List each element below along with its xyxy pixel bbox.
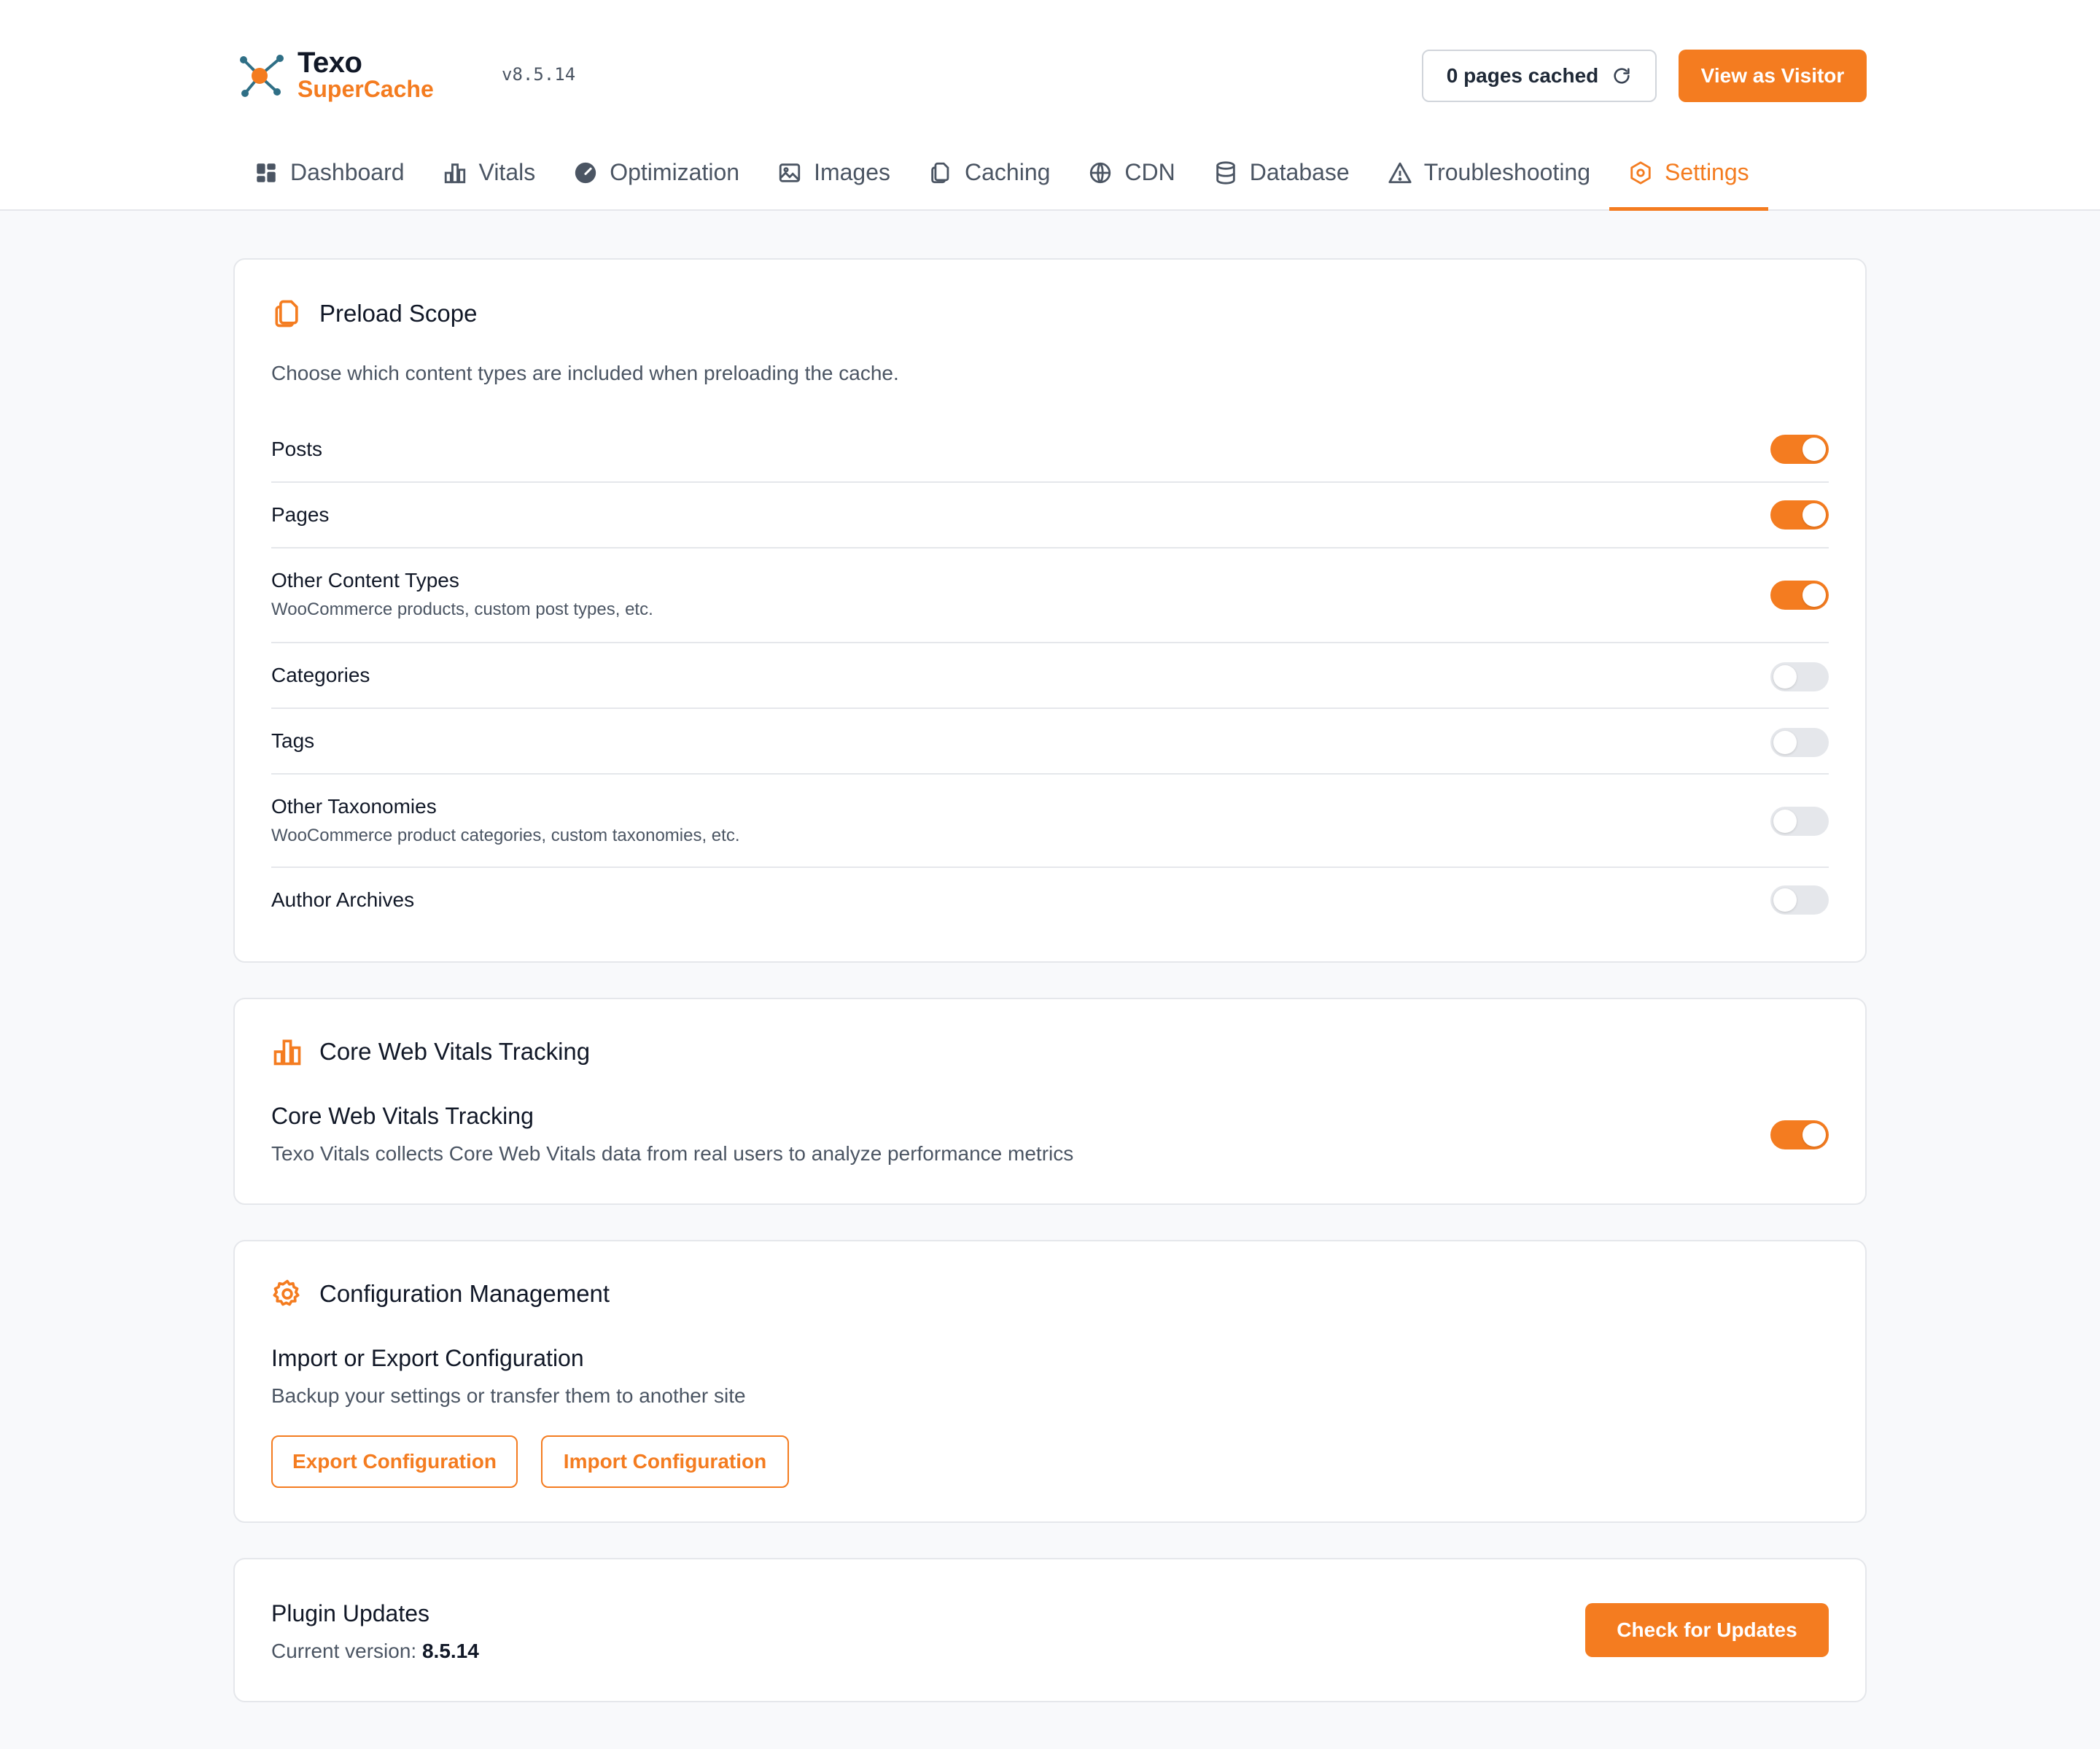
tab-cdn[interactable]: CDN <box>1069 150 1194 209</box>
preload-row-categories: Categories <box>271 643 1829 709</box>
card-title: Preload Scope <box>319 300 478 327</box>
preload-scope-header: Preload Scope <box>271 298 477 330</box>
preload-scope-description: Choose which content types are included … <box>271 362 899 384</box>
top-bar: Texo SuperCache v8.5.14 0 pages cached V… <box>235 45 1867 106</box>
other-taxonomies-toggle[interactable] <box>1770 807 1829 836</box>
current-version-prefix: Current version: <box>271 1640 417 1662</box>
bar-chart-icon <box>444 163 465 183</box>
author-archives-toggle[interactable] <box>1770 885 1829 915</box>
copy-icon <box>931 162 949 183</box>
posts-toggle[interactable] <box>1770 435 1829 464</box>
tab-label: Optimization <box>610 159 740 185</box>
check-for-updates-button[interactable]: Check for Updates <box>1585 1603 1829 1657</box>
app-header: Texo SuperCache v8.5.14 0 pages cached V… <box>0 0 2100 211</box>
plugin-updates-title: Plugin Updates <box>271 1600 430 1626</box>
pages-toggle[interactable] <box>1770 500 1829 530</box>
refresh-icon <box>1614 68 1630 84</box>
pages-cached-label: 0 pages cached <box>1446 64 1599 87</box>
preload-row-other-content-types: Other Content Types WooCommerce products… <box>271 548 1829 643</box>
export-configuration-button[interactable]: Export Configuration <box>271 1435 518 1488</box>
tab-label: Dashboard <box>290 159 405 185</box>
tab-database[interactable]: Database <box>1194 150 1369 209</box>
plugin-updates-card: Plugin Updates Current version: 8.5.14 C… <box>233 1558 1867 1702</box>
tags-toggle[interactable] <box>1770 728 1829 757</box>
preload-row-pages: Pages <box>271 483 1829 548</box>
image-icon <box>779 163 801 182</box>
core-web-vitals-toggle[interactable] <box>1770 1120 1829 1149</box>
tab-label: Caching <box>965 159 1051 185</box>
import-configuration-button[interactable]: Import Configuration <box>541 1435 789 1488</box>
row-label: Categories <box>271 664 370 686</box>
tab-label: Database <box>1249 159 1350 185</box>
row-label: Other Content Types <box>271 569 459 592</box>
view-as-visitor-button[interactable]: View as Visitor <box>1679 50 1867 102</box>
core-web-vitals-card: Core Web Vitals Tracking Core Web Vitals… <box>233 998 1867 1205</box>
tab-label: Vitals <box>478 159 536 185</box>
tab-optimization[interactable]: Optimization <box>554 150 758 209</box>
configuration-management-card: Configuration Management Import or Expor… <box>233 1240 1867 1523</box>
preload-row-tags: Tags <box>271 709 1829 775</box>
row-sublabel: WooCommerce products, custom post types,… <box>271 600 653 619</box>
version-label: v8.5.14 <box>502 64 576 85</box>
copy-icon <box>275 300 298 327</box>
gauge-icon <box>575 162 596 183</box>
tab-dashboard[interactable]: Dashboard <box>235 150 424 209</box>
tab-troubleshooting[interactable]: Troubleshooting <box>1369 150 1609 209</box>
row-label: Other Taxonomies <box>271 795 437 818</box>
tab-label: Images <box>814 159 890 185</box>
globe-icon <box>1090 162 1111 183</box>
tab-images[interactable]: Images <box>758 150 909 209</box>
brand-subtitle: SuperCache <box>298 76 434 102</box>
row-label: Pages <box>271 503 330 526</box>
row-label: Author Archives <box>271 888 415 911</box>
tab-caching[interactable]: Caching <box>909 150 1069 209</box>
other-content-types-toggle[interactable] <box>1770 581 1829 610</box>
tab-label: Troubleshooting <box>1423 159 1591 185</box>
warning-icon <box>1388 162 1412 183</box>
tab-settings[interactable]: Settings <box>1609 150 1768 211</box>
main-tabs: Dashboard Vitals Optimization Images Cac… <box>235 150 1768 211</box>
settings-icon <box>1630 160 1651 185</box>
config-subtitle: Import or Export Configuration <box>271 1345 584 1371</box>
categories-toggle[interactable] <box>1770 662 1829 691</box>
core-web-vitals-header: Core Web Vitals Tracking <box>271 1036 590 1068</box>
card-title: Core Web Vitals Tracking <box>319 1038 591 1065</box>
tab-vitals[interactable]: Vitals <box>424 150 555 209</box>
dashboard-icon <box>257 163 276 182</box>
current-version-line: Current version: 8.5.14 <box>271 1640 479 1663</box>
preload-row-author-archives: Author Archives <box>271 868 1829 934</box>
tab-label: Settings <box>1665 159 1749 185</box>
preload-row-posts: Posts <box>271 417 1829 483</box>
brand-name: Texo <box>298 47 362 79</box>
row-label: Tags <box>271 729 315 752</box>
vitals-setting-description: Texo Vitals collects Core Web Vitals dat… <box>271 1142 1074 1165</box>
preload-scope-card: Preload Scope Choose which content types… <box>233 258 1867 963</box>
bar-chart-icon <box>273 1039 301 1066</box>
card-title: Configuration Management <box>319 1280 610 1307</box>
logo-icon <box>240 55 284 97</box>
row-label: Posts <box>271 438 323 460</box>
row-sublabel: WooCommerce product categories, custom t… <box>271 826 740 845</box>
database-icon <box>1216 160 1235 185</box>
vitals-setting-label: Core Web Vitals Tracking <box>271 1103 534 1129</box>
preload-row-other-taxonomies: Other Taxonomies WooCommerce product cat… <box>271 775 1829 868</box>
tab-label: CDN <box>1124 159 1175 185</box>
current-version-value: 8.5.14 <box>421 1640 479 1662</box>
pages-cached-button[interactable]: 0 pages cached <box>1422 50 1657 102</box>
config-description: Backup your settings or transfer them to… <box>271 1384 746 1407</box>
gear-icon <box>273 1279 300 1306</box>
configuration-header: Configuration Management <box>271 1278 610 1310</box>
